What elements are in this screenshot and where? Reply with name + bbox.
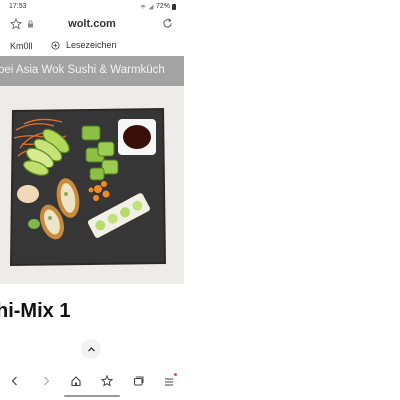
battery-percent: 72%: [155, 3, 170, 10]
menu-button[interactable]: [163, 373, 177, 387]
chevron-up-icon: [87, 346, 95, 351]
bookmarks-label: Lesezeichen: [66, 40, 117, 50]
menu-icon: [165, 378, 173, 386]
browser-bottom-nav: [0, 371, 184, 391]
battery-icon: [172, 3, 176, 10]
scroll-to-top-button[interactable]: [81, 339, 101, 359]
home-indicator[interactable]: [64, 395, 120, 397]
wasabi: [28, 219, 40, 229]
sushi-plate-image: [10, 108, 166, 266]
address-bar[interactable]: wolt.com: [0, 14, 184, 36]
dish-title: hi-Mix 1: [0, 300, 71, 322]
status-bar: 17:53 72%: [0, 0, 184, 14]
signal-icon: [148, 4, 154, 9]
bookmarks-bar: Km0ll Lesezeichen: [0, 38, 184, 54]
star-icon[interactable]: [101, 375, 113, 387]
reload-icon[interactable]: [162, 18, 173, 29]
wifi-icon: [140, 4, 146, 8]
restaurant-name: bei Asia Wok Sushi & Warmküch: [0, 64, 165, 76]
back-icon[interactable]: [9, 375, 21, 387]
ginger: [17, 185, 39, 203]
restaurant-banner: bei Asia Wok Sushi & Warmküch: [0, 56, 184, 86]
status-time: 17:53: [9, 3, 27, 10]
bookmarks-button[interactable]: Lesezeichen: [51, 40, 117, 50]
phone-screen: 17:53 72% wolt.com Km0ll Lesezeichen bei…: [0, 0, 184, 400]
notification-dot: [174, 373, 177, 376]
url-text[interactable]: wolt.com: [0, 18, 184, 30]
plus-circle-icon: [51, 40, 60, 50]
bookmark-item[interactable]: Km0ll: [10, 41, 33, 51]
forward-icon[interactable]: [40, 375, 52, 387]
dish-image: [0, 86, 184, 284]
home-icon[interactable]: [70, 375, 82, 387]
tabs-icon[interactable]: [132, 375, 144, 387]
status-indicators: 72%: [140, 3, 176, 10]
